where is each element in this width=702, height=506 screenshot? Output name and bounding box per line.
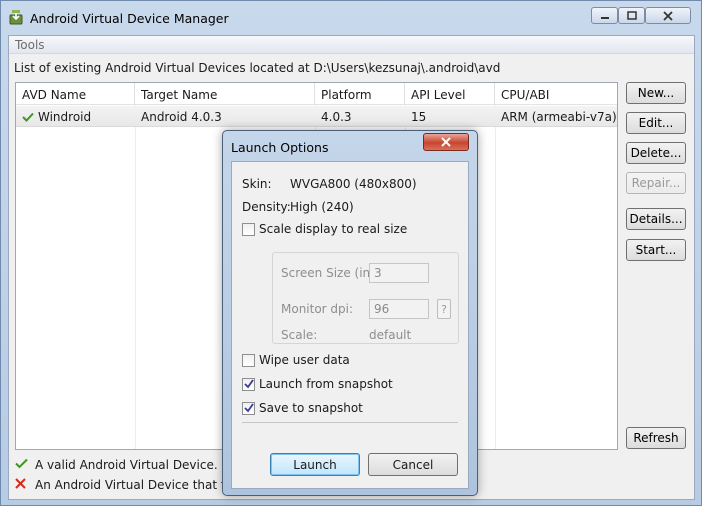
launch-button[interactable]: Launch [270,453,360,476]
monitor-dpi-label: Monitor dpi: [281,302,354,316]
checkbox-box[interactable] [242,401,255,415]
wipe-user-data-checkbox[interactable]: Wipe user data [242,353,350,367]
dialog-title: Launch Options [231,140,329,155]
dpi-help-button[interactable]: ? [437,299,451,319]
screen-size-label: Screen Size (in): [281,266,379,280]
cell-platform: 4.0.3 [321,110,352,124]
scale-display-checkbox[interactable]: Scale display to real size [242,222,407,236]
scale-label: Scale: [281,328,318,342]
skin-label: Skin: [242,177,272,191]
column-header-cpu-abi[interactable]: CPU/ABI [495,83,617,105]
scale-settings-group: Screen Size (in): 3 Monitor dpi: 96 ? Sc… [272,252,459,344]
column-header-avd-name[interactable]: AVD Name [16,83,135,105]
valid-check-icon [22,112,34,122]
delete-button[interactable]: Delete... [626,142,686,164]
launch-from-snapshot-checkbox[interactable]: Launch from snapshot [242,377,393,391]
skin-value: WVGA800 (480x800) [290,177,417,191]
new-button[interactable]: New... [626,82,686,104]
close-icon [663,10,673,21]
checkbox-box[interactable] [242,353,255,367]
maximize-button[interactable] [618,7,645,24]
save-to-snapshot-checkbox[interactable]: Save to snapshot [242,401,363,415]
menu-tools[interactable]: Tools [15,38,45,52]
maximize-icon [626,11,637,20]
column-header-target-name[interactable]: Target Name [135,83,315,105]
dialog-body: Skin: WVGA800 (480x800) Density: High (2… [231,161,469,489]
cell-target-name: Android 4.0.3 [141,110,222,124]
screen-size-input[interactable]: 3 [369,263,429,283]
minimize-button[interactable] [591,7,618,24]
cell-avd-name: Windroid [16,106,135,127]
column-divider [495,105,496,449]
checkmark-icon [244,402,254,412]
window-title: Android Virtual Device Manager [30,11,229,26]
close-button[interactable] [645,7,691,24]
cancel-button[interactable]: Cancel [368,453,458,476]
android-sdk-icon [9,10,23,25]
table-row[interactable]: Windroid Android 4.0.3 4.0.3 15 ARM (arm… [16,106,617,127]
cell-api-level: 15 [411,110,427,124]
menu-bar: Tools [9,36,694,54]
dialog-close-button[interactable] [423,133,469,151]
checkbox-box[interactable] [242,377,255,391]
cell-cpu-abi: ARM (armeabi-v7a) [501,110,617,124]
column-divider [135,105,136,449]
monitor-dpi-input[interactable]: 96 [369,299,429,319]
edit-button[interactable]: Edit... [626,112,686,134]
legend-valid: A valid Android Virtual Device. [15,456,240,474]
separator [242,422,458,423]
density-value: High (240) [290,200,354,214]
checkbox-box[interactable] [242,222,255,236]
launch-options-dialog: Launch Options Skin: WVGA800 (480x800) D… [222,130,478,496]
valid-check-icon [15,458,29,472]
scale-value: default [369,328,412,342]
column-header-platform[interactable]: Platform [315,83,405,105]
details-button[interactable]: Details... [626,208,686,230]
start-button[interactable]: Start... [626,239,686,261]
minimize-icon [600,16,609,19]
close-icon [441,137,451,147]
error-x-icon [15,478,29,492]
column-header-api-level[interactable]: API Level [405,83,495,105]
avd-location-label: List of existing Android Virtual Devices… [14,61,501,75]
table-header: AVD Name Target Name Platform API Level … [16,83,617,105]
refresh-button[interactable]: Refresh [626,427,686,449]
checkmark-icon [244,378,254,388]
density-label: Density: [242,200,291,214]
repair-button[interactable]: Repair... [626,172,686,194]
title-bar[interactable]: Android Virtual Device Manager [1,1,701,33]
legend-failed: An Android Virtual Device that failed [15,478,254,492]
